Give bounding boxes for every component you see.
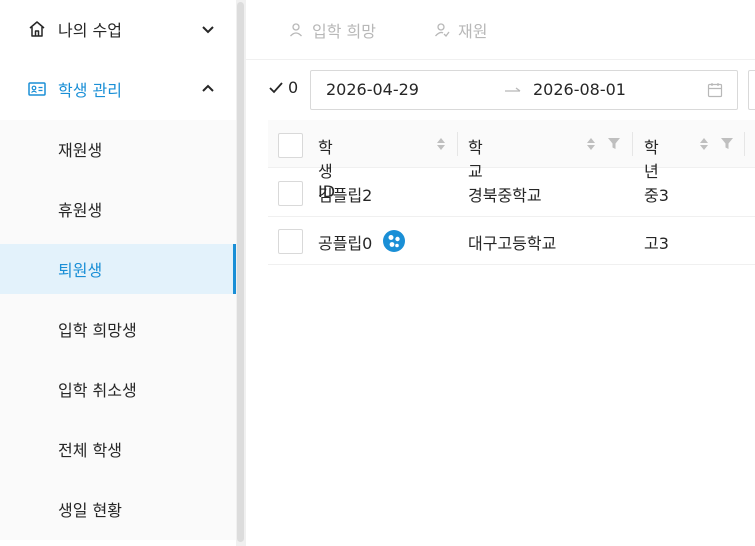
menu-my-classes-label: 나의 수업 (58, 21, 122, 40)
menu-my-classes[interactable]: 나의 수업 (0, 0, 236, 58)
date-range-picker[interactable]: 2026-04-29 2026-08-01 (310, 70, 738, 110)
cell-student-id[interactable]: 김플립2 (318, 182, 372, 206)
filter-select[interactable] (748, 70, 755, 110)
tab-enrolled-label: 재원 (458, 22, 488, 41)
tab-enrolled[interactable]: 재원 (434, 18, 487, 42)
tab-prospective-label: 입학 희망 (312, 22, 376, 41)
table-row[interactable]: 김플립2 경북중학교 중3 (268, 169, 755, 217)
calendar-icon[interactable] (707, 82, 723, 98)
sort-icon[interactable] (436, 136, 446, 152)
check-icon (269, 81, 283, 93)
cell-grade: 고3 (644, 234, 669, 253)
user-check-icon (435, 23, 450, 37)
id-card-icon (28, 82, 46, 96)
sidebar-item-label: 전체 학생 (58, 441, 122, 460)
filter-row: 0 2026-04-29 2026-08-01 (246, 70, 755, 110)
date-end-input[interactable]: 2026-08-01 (533, 80, 626, 99)
main-content: 입학 희망 재원 0 2026-04-29 2026-08-01 학생ID 학교… (246, 0, 755, 546)
sidebar-scrollbar-thumb[interactable] (237, 2, 244, 542)
filter-icon[interactable] (721, 137, 733, 150)
menu-student-management[interactable]: 학생 관리 (0, 60, 236, 118)
sidebar-item-label: 입학 희망생 (58, 321, 137, 340)
chevron-up-icon[interactable] (200, 81, 216, 97)
row-checkbox[interactable] (278, 181, 303, 206)
sidebar-item-on-leave[interactable]: 휴원생 (0, 184, 236, 234)
sidebar-item-all-students[interactable]: 전체 학생 (0, 424, 236, 474)
table-header: 학생ID 학교 학년 (268, 120, 755, 201)
arrow-right-icon (505, 87, 521, 92)
cell-grade: 중3 (644, 186, 669, 205)
sidebar-item-enrolled[interactable]: 재원생 (0, 124, 236, 174)
sidebar: 나의 수업 학생 관리 재원생 휴원생 퇴원생 입학 희망생 입학 취소생 전체… (0, 0, 236, 546)
sort-icon[interactable] (699, 136, 709, 152)
cell-student-id[interactable]: 공플립0 (318, 230, 372, 254)
tab-prospective[interactable]: 입학 희망 (288, 18, 376, 42)
select-all-checkbox[interactable] (278, 133, 303, 158)
filter-icon[interactable] (608, 137, 620, 150)
sidebar-item-label: 생일 현황 (58, 501, 122, 520)
app-root: 나의 수업 학생 관리 재원생 휴원생 퇴원생 입학 희망생 입학 취소생 전체… (0, 0, 755, 546)
sidebar-item-label: 재원생 (58, 141, 103, 160)
sidebar-item-label: 입학 취소생 (58, 381, 137, 400)
group-badge-icon[interactable] (382, 229, 406, 253)
sidebar-item-label: 퇴원생 (58, 261, 103, 280)
sidebar-item-prospective[interactable]: 입학 희망생 (0, 304, 236, 354)
column-divider (632, 132, 633, 156)
sidebar-item-birthdays[interactable]: 생일 현황 (0, 484, 236, 534)
column-divider (744, 132, 745, 156)
menu-student-management-label: 학생 관리 (58, 81, 122, 100)
student-submenu: 재원생 휴원생 퇴원생 입학 희망생 입학 취소생 전체 학생 생일 현황 (0, 120, 236, 540)
cell-school: 대구고등학교 (468, 234, 557, 253)
sort-icon[interactable] (586, 136, 596, 152)
sidebar-item-label: 휴원생 (58, 201, 103, 220)
user-icon (290, 23, 302, 37)
cell-school: 경북중학교 (468, 186, 542, 205)
sidebar-item-cancelled[interactable]: 입학 취소생 (0, 364, 236, 414)
tab-bar: 입학 희망 재원 (246, 0, 755, 60)
row-checkbox[interactable] (278, 229, 303, 254)
chevron-down-icon[interactable] (200, 21, 216, 37)
column-divider (457, 132, 458, 156)
selected-count: 0 (268, 78, 298, 97)
sidebar-item-withdrawn[interactable]: 퇴원생 (0, 244, 236, 294)
date-start-input[interactable]: 2026-04-29 (326, 80, 419, 99)
table-row[interactable]: 공플립0 대구고등학교 고3 (268, 217, 755, 265)
selected-count-value: 0 (288, 78, 299, 97)
home-icon (29, 21, 45, 37)
